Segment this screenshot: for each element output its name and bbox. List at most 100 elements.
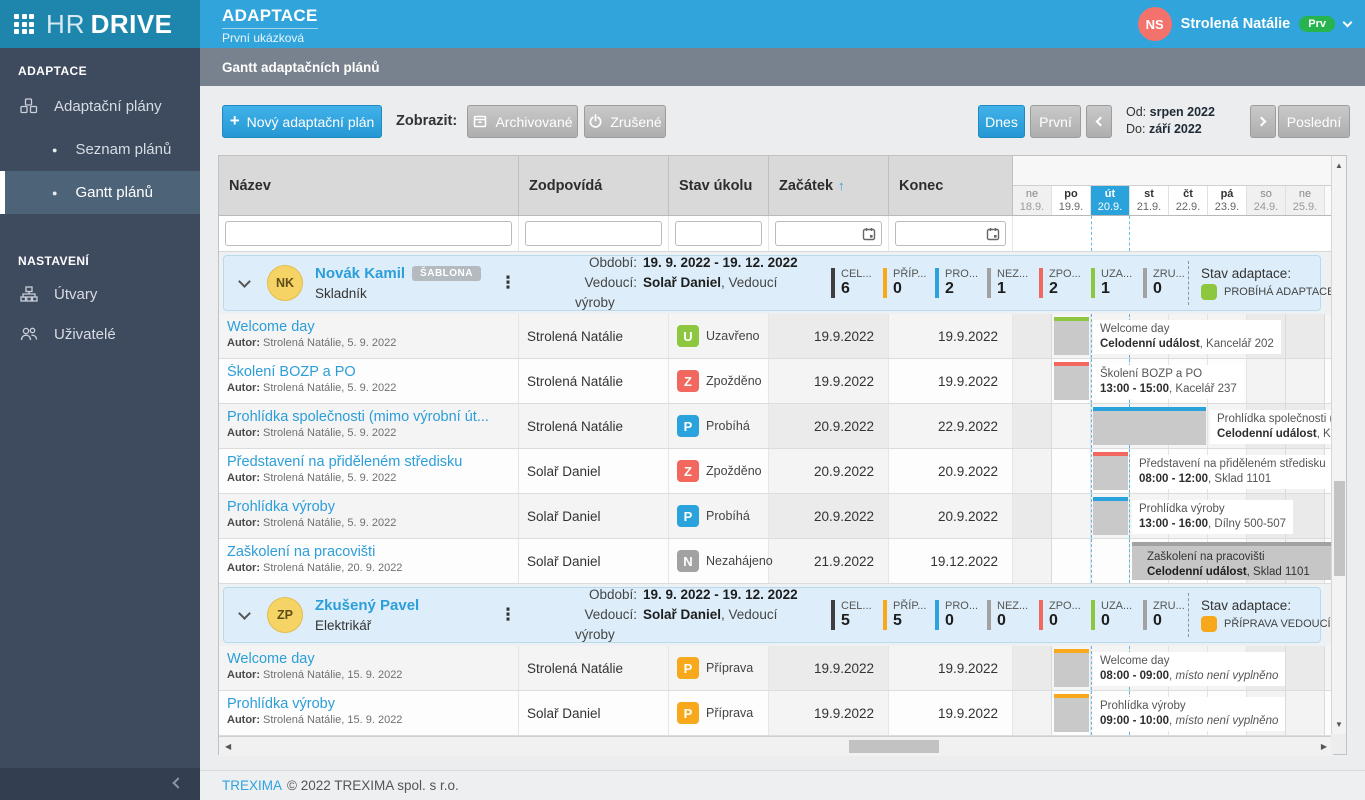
chevron-left-icon: [1095, 116, 1106, 127]
column-header-zodpovida[interactable]: Zodpovídá: [519, 156, 669, 215]
collapse-group-icon[interactable]: [238, 274, 251, 288]
first-button[interactable]: První: [1030, 105, 1081, 138]
column-label: Začátek: [779, 177, 834, 194]
task-name-link[interactable]: Školení BOZP a PO: [227, 364, 510, 380]
task-start: 19.9.2022: [769, 646, 889, 690]
horizontal-scrollbar[interactable]: ◀ ▶: [219, 736, 1333, 756]
archived-toggle-button[interactable]: Archivované: [467, 105, 578, 138]
last-label: Poslední: [1286, 113, 1342, 130]
task-name-link[interactable]: Welcome day: [227, 319, 510, 335]
day-header-pa-23[interactable]: pá 23.9.: [1208, 185, 1247, 215]
column-header-zacatek[interactable]: Začátek ↑: [769, 156, 889, 215]
vertical-scrollbar-thumb[interactable]: [1334, 481, 1345, 576]
gantt-bar[interactable]: [1054, 694, 1089, 732]
collapse-group-icon[interactable]: [238, 606, 251, 620]
task-name-link[interactable]: Prohlídka výroby: [227, 696, 510, 712]
task-name-link[interactable]: Zaškolení na pracovišti: [227, 544, 510, 560]
calendar-icon[interactable]: [986, 227, 1000, 246]
scroll-left-icon[interactable]: ◀: [225, 742, 231, 751]
group-name[interactable]: Zkušený Pavel: [315, 597, 419, 614]
gantt-bar[interactable]: [1093, 497, 1128, 535]
task-end: 22.9.2022: [889, 404, 1013, 448]
task-name-link[interactable]: Prohlídka společnosti (mimo výrobní út..…: [227, 409, 510, 425]
divider: [1188, 593, 1189, 637]
horizontal-scrollbar-thumb[interactable]: [849, 740, 939, 753]
counter-nezahajeno: NEZ... 0: [987, 600, 1028, 630]
trexima-link[interactable]: TREXIMA: [222, 778, 282, 793]
status-badge: U: [677, 325, 699, 347]
today-button[interactable]: Dnes: [978, 105, 1025, 138]
prev-period-button[interactable]: [1086, 105, 1112, 138]
vertical-scrollbar[interactable]: ▲ ▼: [1331, 156, 1346, 734]
day-header-so-24[interactable]: so 24.9.: [1247, 185, 1286, 215]
gantt-bar[interactable]: [1093, 407, 1206, 445]
app-grid-icon[interactable]: [14, 14, 34, 34]
group-card[interactable]: ZP Zkušený Pavel Elektrikář ⋮ Období: 19.…: [223, 587, 1340, 643]
sidebar-item-uzivatele[interactable]: Uživatelé: [0, 314, 200, 354]
calendar-header: ne 18.9. po 19.9. út 20.9. st 21.9. čt 22.9. …: [1013, 156, 1333, 215]
day-header-ne-25[interactable]: ne 25.9.: [1286, 185, 1325, 215]
task-author: Autor: Strolená Natálie, 5. 9. 2022: [227, 517, 397, 529]
sidebar-item-adaptacni-plany[interactable]: Adaptační plány: [0, 84, 200, 128]
period-value: 19. 9. 2022 - 19. 12. 2022: [643, 587, 798, 602]
task-owner: Strolená Natálie: [519, 646, 669, 690]
scroll-right-icon[interactable]: ▶: [1321, 742, 1327, 751]
filter-stav-input[interactable]: [675, 221, 762, 246]
task-owner: Solař Daniel: [519, 539, 669, 583]
adaptation-status: Stav adaptace: PŘÍPRAVA VEDOUCÍM: [1201, 598, 1340, 632]
sidebar-item-seznam-planu[interactable]: ● Seznam plánů: [0, 128, 200, 171]
gantt-bar[interactable]: [1093, 452, 1128, 490]
sidebar-item-gantt-planu[interactable]: ● Gantt plánů: [0, 171, 200, 214]
sort-ascending-icon[interactable]: ↑: [838, 178, 845, 193]
task-name-link[interactable]: Představení na přiděleném středisku: [227, 454, 510, 470]
task-status: Z Zpožděno: [669, 449, 769, 493]
day-header-ct-22[interactable]: čt 22.9.: [1169, 185, 1208, 215]
gantt-bar[interactable]: [1054, 362, 1089, 400]
calendar-header-spacer: [1013, 156, 1333, 186]
scroll-down-icon[interactable]: ▼: [1335, 720, 1343, 729]
calendar-icon[interactable]: [862, 227, 876, 246]
user-avatar[interactable]: NS: [1137, 7, 1172, 41]
day-header-po-19[interactable]: po 19.9.: [1052, 185, 1091, 215]
group-name[interactable]: Novák Kamil: [315, 265, 405, 282]
scroll-up-icon[interactable]: ▲: [1335, 161, 1343, 170]
filter-nazev-input[interactable]: [225, 221, 512, 246]
gantt-bar[interactable]: [1054, 649, 1089, 687]
cancelled-toggle-button[interactable]: Zrušené: [584, 105, 666, 138]
user-menu[interactable]: NS Strolená Natálie Prv: [1137, 0, 1353, 48]
last-button[interactable]: Poslední: [1278, 105, 1350, 138]
new-plan-button[interactable]: + Nový adaptační plán: [222, 105, 382, 138]
next-period-button[interactable]: [1250, 105, 1276, 138]
gantt-bar[interactable]: [1054, 317, 1089, 355]
logo-hr-text: HR: [46, 8, 86, 39]
status-text: Nezahájeno: [706, 554, 773, 568]
status-text: Příprava: [706, 661, 754, 675]
do-label: Do:: [1126, 122, 1146, 136]
group-card[interactable]: NK Novák Kamil ŠABLONA Skladník ⋮ Období:…: [223, 255, 1334, 311]
day-header-ut-20-today[interactable]: út 20.9.: [1091, 185, 1130, 215]
task-end: 20.9.2022: [889, 449, 1013, 493]
column-header-stav-ukolu[interactable]: Stav úkolu: [669, 156, 769, 215]
day-header-st-21[interactable]: st 21.9.: [1130, 185, 1169, 215]
counter-zruseno: ZRU... 0: [1143, 268, 1185, 298]
status-badge: P: [677, 657, 699, 679]
task-name-link[interactable]: Prohlídka výroby: [227, 499, 510, 515]
task-end: 19.9.2022: [889, 359, 1013, 403]
task-status: Z Zpožděno: [669, 359, 769, 403]
collapse-sidebar-icon[interactable]: [172, 777, 184, 789]
group-menu-icon[interactable]: ⋮: [493, 273, 523, 293]
group-menu-icon[interactable]: ⋮: [493, 605, 523, 625]
module-header: ADAPTACE První ukázková: [222, 6, 318, 45]
user-role-badge: Prv: [1299, 16, 1335, 32]
task-row: Školení BOZP a PO Autor: Strolená Natálie,…: [219, 359, 1333, 404]
chevron-down-icon[interactable]: [1342, 17, 1353, 27]
task-name-link[interactable]: Welcome day: [227, 651, 510, 667]
column-header-nazev[interactable]: Název: [219, 156, 519, 215]
filter-zodpovida-input[interactable]: [525, 221, 662, 246]
gantt-bar-label: Školení BOZP a PO 13:00 - 15:00, Kacelář …: [1093, 365, 1244, 399]
column-header-konec[interactable]: Konec: [889, 156, 1013, 215]
day-header-ne-18[interactable]: ne 18.9.: [1013, 185, 1052, 215]
task-row: Welcome day Autor: Strolená Natálie, 15. 9…: [219, 646, 1333, 691]
sidebar-item-utvary[interactable]: Útvary: [0, 274, 200, 314]
task-end: 19.9.2022: [889, 646, 1013, 690]
